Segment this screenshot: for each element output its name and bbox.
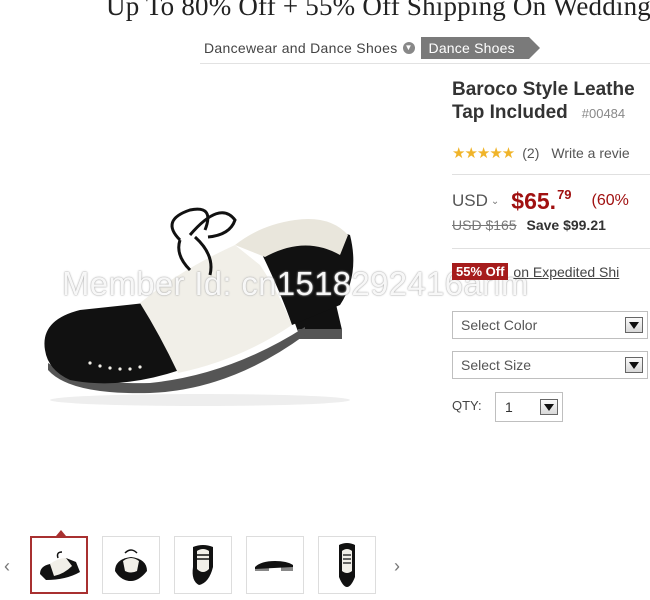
shoe-thumbnail-icon xyxy=(40,551,80,580)
thumbnail-5[interactable] xyxy=(318,536,376,594)
breadcrumb: Dancewear and Dance Shoes ▼ Dance Shoes xyxy=(204,36,541,60)
product-sku: #00484 xyxy=(581,106,626,121)
shoe-thumbnail-icon xyxy=(115,549,147,581)
thumbnail-4[interactable] xyxy=(246,536,304,594)
shoe-thumbnail-icon xyxy=(339,543,355,587)
product-title: Baroco Style Leathe Tap Included #00484 xyxy=(452,78,650,125)
discount-percent: (60% xyxy=(591,192,629,209)
price-cents: 79 xyxy=(557,187,572,202)
select-size-label: Select Size xyxy=(461,357,532,373)
dropdown-arrow-icon[interactable] xyxy=(625,357,643,373)
quantity-value: 1 xyxy=(505,399,513,415)
product-title-line1: Baroco Style Leathe xyxy=(452,79,635,100)
breadcrumb-current-dance-shoes[interactable]: Dance Shoes xyxy=(420,37,541,59)
original-price-row: USD $165 Save $99.21 xyxy=(452,217,606,233)
promo-banner-text: Up To 80% Off + 55% Off Shipping On Wedd… xyxy=(106,0,650,21)
thumbnail-1[interactable] xyxy=(30,530,88,594)
chevron-down-icon[interactable]: ▼ xyxy=(402,42,415,54)
section-divider xyxy=(452,248,650,249)
product-rating: ★★★★★ (2) Write a revie xyxy=(452,144,630,162)
write-review-link[interactable]: Write a revie xyxy=(551,145,629,161)
select-color-dropdown[interactable]: Select Color xyxy=(452,311,648,339)
thumbnail-2[interactable] xyxy=(102,536,160,594)
dropdown-arrow-icon[interactable] xyxy=(540,399,558,415)
promo-banner: Up To 80% Off + 55% Off Shipping On Wedd… xyxy=(0,0,650,22)
dropdown-arrow-icon[interactable] xyxy=(625,317,643,333)
shoe-thumbnail-icon xyxy=(255,561,293,571)
price-row: USD ⌄ $65.79 (60% xyxy=(452,185,629,215)
thumbnail-strip: ‹ › xyxy=(0,530,420,600)
original-price: USD $165 xyxy=(452,217,517,233)
star-rating-icon: ★★★★★ xyxy=(452,145,515,162)
currency-selector[interactable]: USD ⌄ xyxy=(452,191,499,211)
promo-badge: 55% Off xyxy=(452,263,509,280)
review-count[interactable]: (2) xyxy=(522,145,539,161)
shoe-thumbnail-icon xyxy=(192,545,213,585)
product-title-line2: Tap Included xyxy=(452,102,568,123)
section-divider xyxy=(452,174,650,175)
expedited-shipping-link[interactable]: on Expedited Shi xyxy=(513,264,619,280)
prev-arrow-icon[interactable]: ‹ xyxy=(4,556,10,577)
quantity-label: QTY: xyxy=(452,398,482,413)
chevron-down-icon: ⌄ xyxy=(490,196,500,207)
sale-price: $65.79 xyxy=(511,187,571,215)
next-arrow-icon[interactable]: › xyxy=(394,556,400,577)
savings-amount: Save $99.21 xyxy=(526,217,606,233)
currency-label: USD xyxy=(452,191,488,210)
shipping-promo: 55% Off on Expedited Shi xyxy=(452,263,619,280)
thumbnail-3[interactable] xyxy=(174,536,232,594)
price-main: $65. xyxy=(511,188,557,214)
select-color-label: Select Color xyxy=(461,317,538,333)
quantity-select[interactable]: 1 xyxy=(495,392,563,422)
breadcrumb-divider xyxy=(200,63,650,64)
breadcrumb-link-dancewear[interactable]: Dancewear and Dance Shoes xyxy=(204,40,398,56)
select-size-dropdown[interactable]: Select Size xyxy=(452,351,648,379)
